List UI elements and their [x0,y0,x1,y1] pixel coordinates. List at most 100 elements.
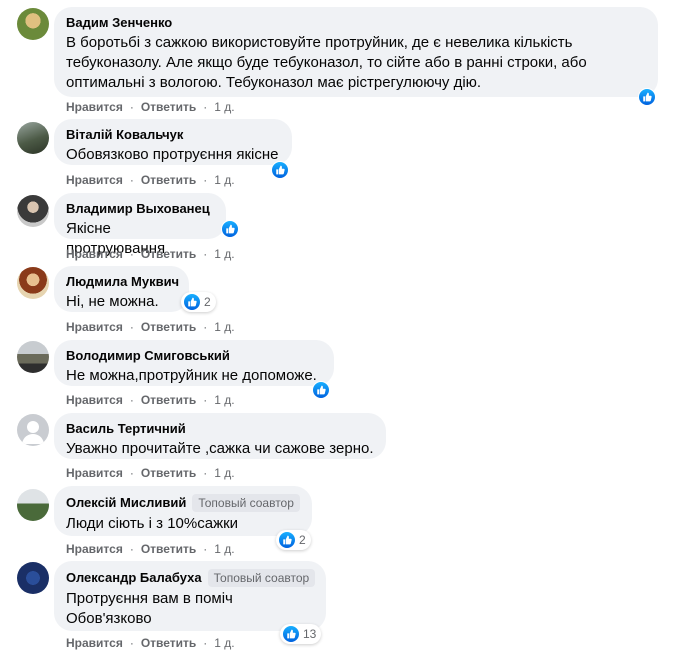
comment-bubble: Вадим Зенченко В боротьбі з сажкою викор… [54,7,658,97]
separator: · [129,542,134,556]
comment-author[interactable]: Василь Тертичний [66,421,374,437]
comment-bubble: Владимир Выхованец Якісне протруювання [54,193,226,257]
comment-text: Люди сіють і з 10%сажки [66,514,300,534]
comment-actions: Нравится · Ответить · 1 д. [66,100,235,114]
like-icon [183,293,201,311]
avatar[interactable] [17,414,49,446]
top-contributor-badge: Топовый соавтор [207,569,316,587]
comment-bubble: Людмила Муквич Ні, не можна. [54,266,189,312]
reaction-summary[interactable] [219,219,241,239]
comment-line: тебуконазолу. Але якщо буде тебуконазол,… [66,54,587,71]
comment-actions: Нравится · Ответить · 1 д. [66,636,235,650]
avatar[interactable] [17,267,49,299]
avatar[interactable] [17,489,49,521]
comment-bubble: Олександр Балабуха Топовый соавтор Протр… [54,561,326,631]
avatar[interactable] [17,341,49,373]
comment-bubble: Віталій Ковальчук Обовязково протруєння … [54,119,292,165]
comment-line: Люди сіють і з 10%сажки [66,515,239,532]
separator: · [129,247,134,261]
comment-line: В боротьбі з сажкою використовуйте протр… [66,34,573,51]
reply-button[interactable]: Ответить [141,247,196,261]
comment-text: Уважно прочитайте ,сажка чи сажове зерно… [66,439,374,459]
like-button[interactable]: Нравится [66,393,123,407]
separator: · [203,247,208,261]
separator: · [203,466,208,480]
separator: · [129,320,134,334]
comment-text: Протруєння вам в поміч Обов'язково [66,589,314,629]
separator: · [203,100,208,114]
comment-text: Обовязково протруєння якісне [66,145,280,165]
comment-author[interactable]: Олексій Мисливий [66,495,186,511]
comment-timestamp[interactable]: 1 д. [214,100,234,114]
like-icon [278,531,296,549]
comment-bubble: Володимир Смиговський Не можна,протруйни… [54,340,334,386]
reaction-count: 2 [204,295,211,309]
top-contributor-badge: Топовый соавтор [192,494,300,512]
comment-author[interactable]: Віталій Ковальчук [66,127,280,143]
avatar[interactable] [17,8,49,40]
separator: · [203,542,208,556]
like-button[interactable]: Нравится [66,247,123,261]
avatar[interactable] [17,195,49,227]
reaction-summary[interactable] [636,87,658,107]
separator: · [129,100,134,114]
comment-actions: Нравится · Ответить · 1 д. [66,542,235,556]
reaction-summary[interactable] [310,380,332,400]
comment-timestamp[interactable]: 1 д. [214,466,234,480]
comment-author[interactable]: Володимир Смиговський [66,348,322,364]
comment-line: Обовязково протруєння якісне [66,146,279,163]
comment-line: Протруєння вам в поміч [66,590,233,607]
reply-button[interactable]: Ответить [141,636,196,650]
comment-text: В боротьбі з сажкою використовуйте протр… [66,33,646,93]
comment-actions: Нравится · Ответить · 1 д. [66,173,235,187]
like-icon [221,220,239,238]
reply-button[interactable]: Ответить [141,320,196,334]
comment-bubble: Олексій Мисливий Топовый соавтор Люди сі… [54,486,312,536]
reply-button[interactable]: Ответить [141,466,196,480]
comment-author[interactable]: Людмила Муквич [66,274,179,290]
reaction-summary[interactable]: 13 [280,624,322,644]
like-button[interactable]: Нравится [66,173,123,187]
like-button[interactable]: Нравится [66,320,123,334]
comment-timestamp[interactable]: 1 д. [214,393,234,407]
comment-timestamp[interactable]: 1 д. [214,320,234,334]
comment-author[interactable]: Владимир Выхованец [66,201,214,217]
comment-timestamp[interactable]: 1 д. [214,173,234,187]
separator: · [129,466,134,480]
comment-text: Не можна,протруйник не допоможе. [66,366,322,386]
avatar[interactable] [17,122,49,154]
comment-timestamp[interactable]: 1 д. [214,247,234,261]
comment-actions: Нравится · Ответить · 1 д. [66,393,235,407]
reply-button[interactable]: Ответить [141,393,196,407]
comment-actions: Нравится · Ответить · 1 д. [66,466,235,480]
comment-author[interactable]: Вадим Зенченко [66,15,646,31]
like-button[interactable]: Нравится [66,636,123,650]
like-icon [282,625,300,643]
default-avatar-icon [22,421,44,444]
comment-text: Ні, не можна. [66,292,177,312]
reply-button[interactable]: Ответить [141,173,196,187]
separator: · [129,393,134,407]
comment-timestamp[interactable]: 1 д. [214,636,234,650]
separator: · [203,173,208,187]
like-button[interactable]: Нравится [66,100,123,114]
reaction-summary[interactable] [269,160,291,180]
like-button[interactable]: Нравится [66,542,123,556]
comment-author[interactable]: Олександр Балабуха [66,570,202,586]
reaction-summary[interactable]: 2 [276,530,311,550]
reply-button[interactable]: Ответить [141,100,196,114]
avatar[interactable] [17,562,49,594]
separator: · [203,320,208,334]
reply-button[interactable]: Ответить [141,542,196,556]
comment-line: оптимальні з вологою. Тебуконазол має рі… [66,74,482,91]
like-button[interactable]: Нравится [66,466,123,480]
separator: · [203,636,208,650]
author-row: Олександр Балабуха Топовый соавтор [66,569,316,587]
comment-line: Ні, не можна. [66,293,159,310]
comment-line: Уважно прочитайте ,сажка чи сажове зерно… [66,440,374,457]
separator: · [129,173,134,187]
reaction-summary[interactable]: 2 [181,292,216,312]
comment-actions: Нравится · Ответить · 1 д. [66,320,235,334]
comment-timestamp[interactable]: 1 д. [214,542,234,556]
author-row: Олексій Мисливий Топовый соавтор [66,494,300,512]
